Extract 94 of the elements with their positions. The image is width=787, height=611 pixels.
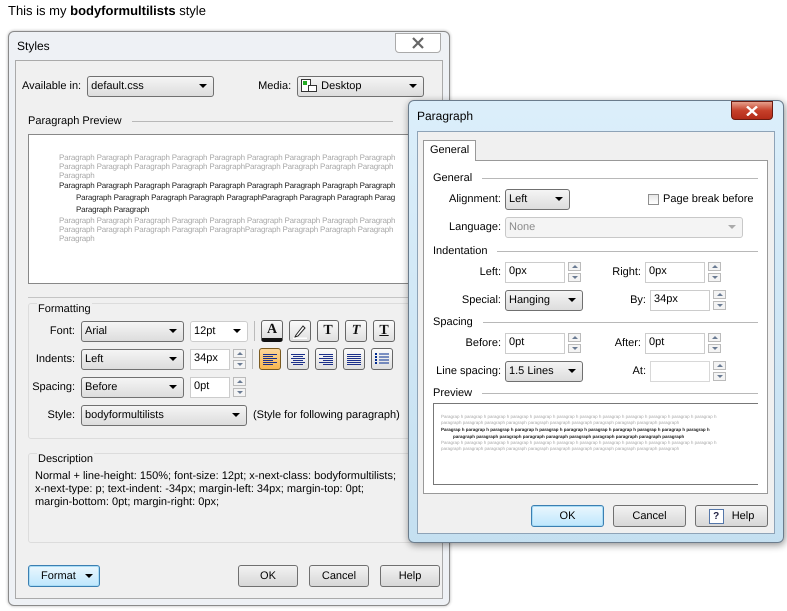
list-icon	[374, 352, 390, 366]
spinner-icon[interactable]	[233, 377, 246, 397]
tab[interactable]: General	[423, 140, 476, 161]
before-field[interactable]: 0pt	[505, 332, 565, 354]
checkbox[interactable]	[648, 194, 659, 204]
field-label: Line spacing:	[435, 365, 501, 377]
dialog-button[interactable]: OK	[531, 505, 604, 527]
preview-line: Paragraph	[59, 171, 96, 180]
section-title: Spacing	[433, 316, 473, 328]
spacing-field[interactable]: 0pt	[190, 376, 230, 398]
field-label: At:	[632, 365, 646, 377]
field-label: Right:	[611, 266, 641, 278]
highlight-button[interactable]	[289, 320, 311, 342]
dialog-button[interactable]: ? Help	[695, 505, 768, 527]
group-title: Description	[37, 453, 94, 465]
field-label: Left:	[478, 266, 501, 278]
font-size-combo[interactable]: 12pt	[190, 320, 248, 342]
format-menu-button[interactable]: Format	[28, 565, 100, 587]
font-dropdown[interactable]: Arial	[81, 320, 184, 342]
align-list-button[interactable]	[371, 348, 393, 370]
spinner-icon[interactable]	[568, 262, 581, 282]
special-dropdown[interactable]: Hanging	[505, 290, 583, 310]
field-label: Font:	[48, 325, 75, 337]
after-field[interactable]: 0pt	[645, 332, 705, 354]
window-title: Styles	[17, 39, 50, 53]
by-field[interactable]: 34px	[650, 290, 710, 310]
close-icon	[746, 106, 758, 116]
underline-button[interactable]: T	[373, 320, 395, 342]
preview-line: Paragraph Paragraph Paragraph Paragraph Paragraph Paragraph Paragraph Paragraph Paragraph	[59, 216, 396, 225]
preview-line: Paragraph	[59, 234, 96, 243]
hint-text: (Style for following paragraph)	[253, 409, 400, 421]
align-justify-button[interactable]	[343, 348, 365, 370]
align-justify-icon	[346, 352, 362, 366]
window-title: Paragraph	[417, 109, 474, 123]
align-right-icon	[318, 352, 334, 366]
field-label: Indents:	[34, 353, 75, 365]
close-button[interactable]	[731, 101, 773, 120]
at-field[interactable]	[650, 360, 710, 382]
font-color-button[interactable]: A	[261, 320, 283, 342]
preview-line: Paragraph Paragraph Paragraph Paragraph ParagraphParagraph Paragraph Paragraph Paragraph	[59, 162, 394, 171]
preview-line: Paragraph Paragraph Paragraph Paragraph Paragraph Paragraph Paragraph Paragraph Paragraph	[59, 153, 396, 162]
align-left-icon	[262, 352, 278, 366]
close-icon	[411, 37, 425, 49]
field-label: After:	[614, 337, 641, 349]
section-title: Paragraph Preview	[28, 115, 122, 127]
spacing-dropdown[interactable]: Before	[81, 376, 184, 398]
section-title: General	[433, 172, 472, 184]
dialog-button[interactable]: OK	[238, 565, 298, 587]
group-title: Formatting	[37, 303, 92, 315]
dialog-button[interactable]: Cancel	[309, 565, 369, 587]
bold-button[interactable]: T	[317, 320, 339, 342]
field-label: Style:	[46, 409, 75, 421]
pencil-icon	[292, 323, 308, 339]
field-label: Language:	[448, 221, 501, 233]
spinner-icon[interactable]	[568, 333, 581, 353]
preview-line: Paragraph Paragraph	[75, 204, 150, 216]
field-label: Spacing:	[31, 381, 75, 393]
media-dropdown[interactable]: Desktop	[297, 76, 424, 96]
style-dropdown[interactable]: bodyformultilists	[81, 404, 247, 426]
indent-field[interactable]: 34px	[190, 348, 230, 370]
preview-line: Paragraph Paragraph Paragraph Paragraph ParagraphParagraph Paragraph Paragraph Paragraph	[59, 225, 394, 234]
close-button[interactable]	[395, 33, 441, 53]
section-title: Indentation	[433, 245, 488, 257]
align-left-button[interactable]	[259, 348, 281, 370]
section-title: Preview	[433, 387, 472, 399]
left-indent-field[interactable]: 0px	[505, 262, 565, 282]
italic-button[interactable]: T	[345, 320, 367, 342]
preview-line: Paragraph Paragraph Paragraph Paragraph ParagraphParagraph Paragraph Paragraph Parag	[75, 192, 396, 204]
available-in-dropdown[interactable]: default.css	[87, 76, 214, 96]
field-label: Special:	[460, 294, 501, 306]
align-right-button[interactable]	[315, 348, 337, 370]
field-label: Media:	[258, 80, 292, 92]
right-indent-field[interactable]: 0px	[645, 262, 705, 282]
spinner-icon[interactable]	[713, 290, 726, 310]
checkbox-label: Page break before	[663, 193, 754, 205]
caption-text: This is my bodyformultilists style	[8, 3, 206, 18]
alignment-dropdown[interactable]: Left	[505, 188, 570, 210]
spinner-icon[interactable]	[708, 333, 721, 353]
field-label: Available in:	[22, 80, 82, 92]
spinner-icon[interactable]	[708, 262, 721, 282]
field-label: By:	[629, 294, 646, 306]
dialog-button[interactable]: Cancel	[613, 505, 686, 527]
indents-dropdown[interactable]: Left	[81, 348, 184, 370]
line-spacing-dropdown[interactable]: 1.5 Lines	[505, 360, 583, 382]
field-label: Before:	[464, 337, 501, 349]
align-center-button[interactable]	[287, 348, 309, 370]
align-center-icon	[290, 352, 306, 366]
spinner-icon[interactable]	[713, 361, 726, 381]
preview-line: Paragraph Paragraph Paragraph Paragraph Paragraph Paragraph Paragraph Paragraph Paragraph	[59, 180, 396, 192]
field-label: Alignment:	[448, 193, 501, 205]
monitor-icon	[301, 79, 318, 93]
dialog-button[interactable]: Help	[380, 565, 440, 587]
description-text: Normal + line-height: 150%; font-size: 12pt; x-next-class: bodyformultilists; x-next-type: p; text-indent: -34px; margin-left: 34px; margin-top: 0pt; margin-bottom: 0pt; margin-right: 0px;	[35, 470, 398, 509]
spinner-icon[interactable]	[233, 349, 246, 369]
